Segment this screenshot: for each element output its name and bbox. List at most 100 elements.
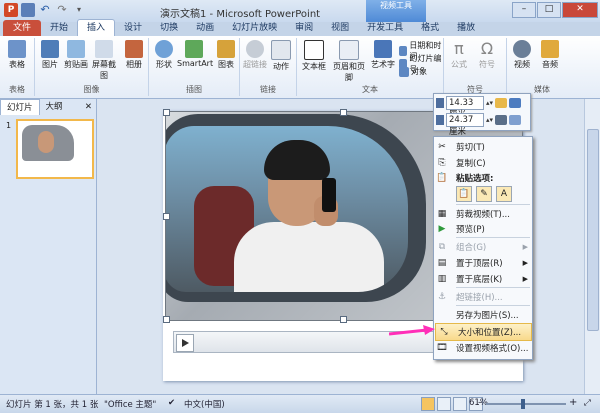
menu-item-size-position[interactable]: ⤡ 大小和位置(Z)... bbox=[435, 323, 532, 341]
menu-separator bbox=[456, 305, 530, 306]
table-button[interactable]: 表格 bbox=[4, 40, 30, 70]
reading-view-icon[interactable] bbox=[453, 397, 467, 411]
header-footer-button[interactable]: 页眉和页脚 bbox=[331, 40, 367, 83]
clipart-button[interactable]: 剪贴画 bbox=[63, 40, 89, 70]
equation-button[interactable]: π 公式 bbox=[446, 40, 472, 70]
menu-item-save-as-picture[interactable]: 另存为图片(S)... bbox=[434, 307, 532, 323]
object-button[interactable]: 对象 bbox=[399, 66, 427, 77]
resize-handle[interactable] bbox=[163, 213, 170, 220]
height-row: 14.33 厘米 ▴▾ bbox=[436, 96, 522, 120]
wordart-icon bbox=[374, 40, 392, 58]
send-to-back-icon: ▥ bbox=[437, 274, 447, 284]
album-button[interactable]: 相册 bbox=[121, 40, 147, 70]
paste-text-icon[interactable]: A bbox=[496, 186, 512, 202]
height-spinner[interactable]: ▴▾ bbox=[486, 99, 493, 107]
screenshot-icon bbox=[95, 40, 113, 58]
height-field[interactable]: 14.33 厘米 bbox=[446, 96, 484, 120]
zoom-slider[interactable] bbox=[486, 403, 566, 405]
tab-design[interactable]: 设计 bbox=[115, 20, 151, 36]
picture-button[interactable]: 图片 bbox=[37, 40, 63, 70]
tab-review[interactable]: 审阅 bbox=[286, 20, 322, 36]
tab-outline[interactable]: 大纲 bbox=[40, 99, 69, 115]
wordart-button[interactable]: 艺术字 bbox=[369, 40, 397, 70]
scrollbar-thumb[interactable] bbox=[587, 129, 599, 331]
menu-item-hyperlink[interactable]: ⚓ 超链接(H)... bbox=[434, 289, 532, 305]
normal-view-icon[interactable] bbox=[421, 397, 435, 411]
play-icon[interactable] bbox=[176, 334, 194, 352]
crop-icon[interactable] bbox=[495, 115, 508, 125]
screenshot-button[interactable]: 屏幕截图 bbox=[89, 40, 119, 81]
speaker-icon bbox=[541, 40, 559, 58]
tab-file[interactable]: 文件 bbox=[3, 20, 42, 36]
shapes-icon bbox=[155, 40, 173, 58]
tab-slides[interactable]: 幻灯片 bbox=[0, 99, 40, 115]
menu-item-format-video[interactable]: 🎞 设置视频格式(O)... bbox=[434, 340, 532, 356]
vertical-scrollbar[interactable] bbox=[584, 99, 600, 394]
menu-separator bbox=[456, 237, 530, 238]
language-status[interactable]: 中文(中国) bbox=[184, 398, 225, 410]
bring-forward-icon[interactable] bbox=[495, 98, 508, 108]
shapes-button[interactable]: 形状 bbox=[151, 40, 177, 70]
table-icon bbox=[8, 40, 26, 58]
zoom-in-button[interactable]: + bbox=[569, 397, 577, 408]
video-style-icon[interactable] bbox=[509, 115, 522, 125]
fit-to-window-icon[interactable]: ⤢ bbox=[584, 398, 591, 408]
resize-handle[interactable] bbox=[340, 316, 347, 323]
menu-item-cut[interactable]: ✂ 剪切(T) bbox=[434, 139, 532, 155]
tab-slideshow[interactable]: 幻灯片放映 bbox=[223, 20, 286, 36]
resize-handle[interactable] bbox=[163, 109, 170, 116]
menu-item-preview[interactable]: ▶ 预览(P) bbox=[434, 221, 532, 237]
menu-item-bring-to-front[interactable]: ▤ 置于顶层(R) ▶ bbox=[434, 255, 532, 271]
slide-thumbnail[interactable] bbox=[16, 119, 94, 179]
width-field[interactable]: 24.37 厘米 bbox=[446, 113, 484, 137]
omega-icon: Ω bbox=[480, 39, 494, 58]
textbox-button[interactable]: 文本框 bbox=[299, 40, 329, 72]
send-backward-icon[interactable] bbox=[509, 98, 522, 108]
width-icon bbox=[436, 115, 444, 125]
audio-button[interactable]: 音频 bbox=[537, 40, 563, 70]
save-icon[interactable] bbox=[21, 3, 35, 17]
tab-developer[interactable]: 开发工具 bbox=[358, 20, 412, 36]
resize-handle[interactable] bbox=[163, 316, 170, 323]
width-spinner[interactable]: ▴▾ bbox=[486, 116, 493, 124]
close-button[interactable]: ✕ bbox=[562, 2, 598, 18]
submenu-arrow-icon: ▶ bbox=[522, 243, 528, 251]
chart-button[interactable]: 图表 bbox=[213, 40, 239, 70]
menu-item-trim-video[interactable]: ▦ 剪裁视频(T)... bbox=[434, 206, 532, 222]
slide-number-label: 1 bbox=[6, 121, 12, 130]
symbol-button[interactable]: Ω 符号 bbox=[474, 40, 500, 70]
slide-sorter-view-icon[interactable] bbox=[437, 397, 451, 411]
resize-handle[interactable] bbox=[340, 109, 347, 116]
menu-item-group[interactable]: ⧉ 组合(G) ▶ bbox=[434, 239, 532, 255]
menu-item-send-to-back[interactable]: ▥ 置于底层(K) ▶ bbox=[434, 271, 532, 287]
theme-status: "Office 主题" bbox=[104, 400, 157, 410]
menu-separator bbox=[456, 287, 530, 288]
action-button[interactable]: 动作 bbox=[268, 40, 294, 72]
textbox-icon bbox=[304, 40, 324, 60]
group-illustrations: 形状 SmartArt 图表 插图 bbox=[149, 38, 240, 96]
redo-icon[interactable]: ↷ bbox=[55, 3, 69, 17]
panel-close-icon[interactable]: ✕ bbox=[81, 99, 96, 115]
hyperlink-button[interactable]: 超链接 bbox=[242, 40, 268, 70]
zoom-out-button[interactable]: – bbox=[478, 397, 483, 408]
tab-format[interactable]: 格式 bbox=[412, 20, 448, 36]
group-tables: 表格 表格 bbox=[0, 38, 35, 96]
maximize-button[interactable]: □ bbox=[537, 2, 561, 18]
customize-qat-icon[interactable]: ▾ bbox=[72, 3, 86, 17]
tab-animations[interactable]: 动画 bbox=[187, 20, 223, 36]
spellcheck-icon[interactable]: ✔ bbox=[168, 398, 175, 408]
tab-insert[interactable]: 插入 bbox=[77, 19, 116, 36]
minimize-button[interactable]: – bbox=[512, 2, 536, 18]
menu-item-copy[interactable]: ⎘ 复制(C) bbox=[434, 155, 532, 171]
tab-playback[interactable]: 播放 bbox=[448, 20, 484, 36]
paste-keep-icon[interactable]: 📋 bbox=[456, 186, 472, 202]
tab-home[interactable]: 开始 bbox=[41, 20, 77, 36]
tab-transitions[interactable]: 切换 bbox=[151, 20, 187, 36]
paste-picture-icon[interactable]: ✎ bbox=[476, 186, 492, 202]
tab-view[interactable]: 视图 bbox=[322, 20, 358, 36]
smartart-button[interactable]: SmartArt bbox=[177, 40, 213, 68]
undo-icon[interactable]: ↶ bbox=[38, 3, 52, 17]
group-text: 文本框 页眉和页脚 艺术字 日期和时间 幻灯片编号 对象 文本 bbox=[297, 38, 444, 96]
zoom-slider-knob[interactable] bbox=[521, 399, 525, 409]
video-button[interactable]: 视频 bbox=[509, 40, 535, 70]
